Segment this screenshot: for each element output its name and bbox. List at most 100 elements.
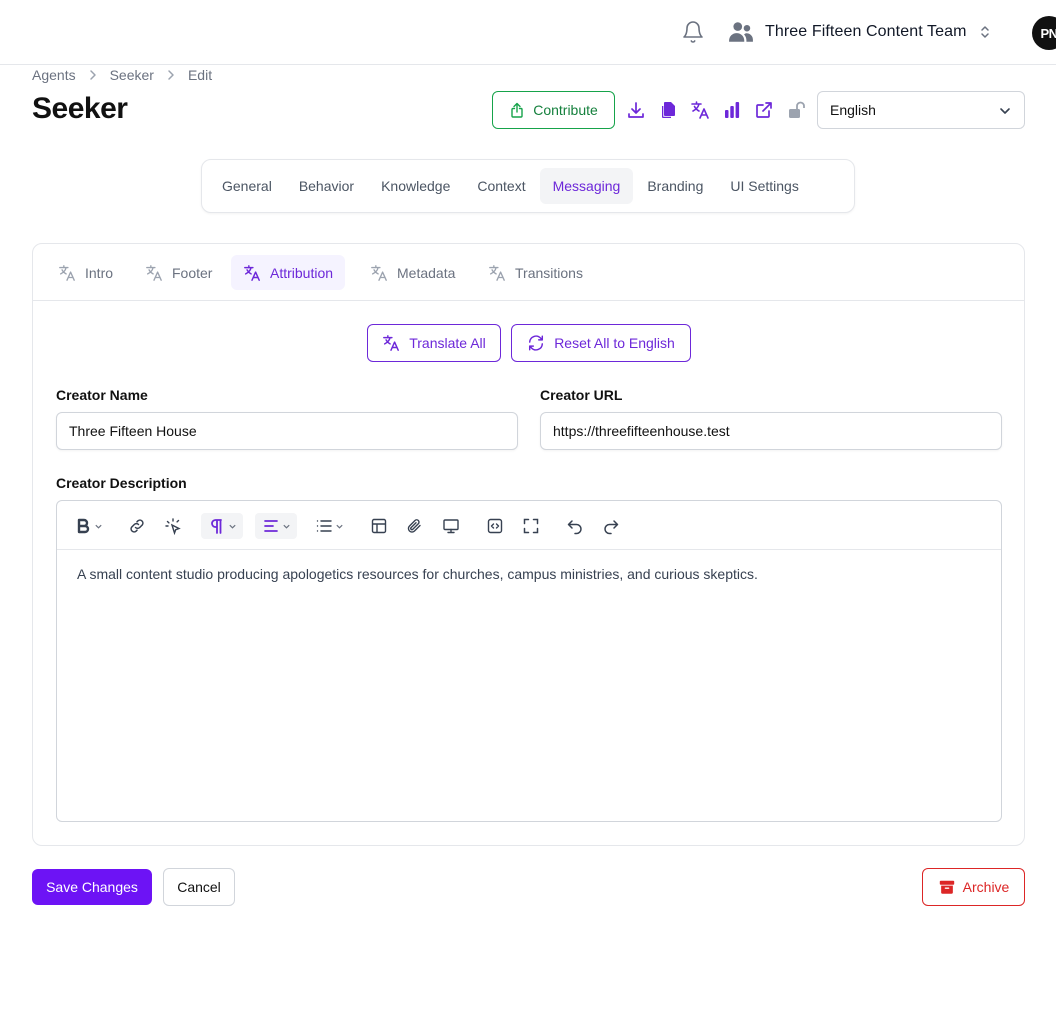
code-icon	[487, 518, 503, 534]
paragraph-icon	[210, 519, 222, 534]
bell-icon[interactable]	[681, 20, 705, 44]
breadcrumb-item-edit: Edit	[187, 67, 213, 83]
undo-icon	[567, 520, 582, 535]
attribution-panel: Intro Footer Attribution Metadata Transi…	[32, 243, 1025, 846]
code-button[interactable]	[483, 513, 507, 539]
contribute-label: Contribute	[533, 102, 598, 118]
creator-name-label: Creator Name	[56, 387, 148, 403]
subtab-footer-label: Footer	[172, 264, 213, 281]
media-button[interactable]	[439, 513, 463, 539]
redo-button[interactable]	[599, 513, 623, 539]
translate-icon	[59, 264, 75, 281]
subtab-attribution[interactable]: Attribution	[231, 255, 346, 290]
tab-messaging[interactable]: Messaging	[539, 168, 634, 204]
chevron-down-icon	[94, 524, 102, 529]
chevron-down-icon	[335, 524, 343, 529]
chevron-down-icon	[1000, 108, 1010, 114]
team-name: Three Fifteen Content Team	[765, 23, 967, 40]
users-icon	[729, 22, 753, 42]
reset-all-button[interactable]: Reset All to English	[511, 324, 691, 362]
chart-icon[interactable]	[722, 100, 742, 120]
creator-description-label: Creator Description	[56, 475, 187, 491]
translate-icon	[244, 264, 260, 281]
save-changes-button[interactable]: Save Changes	[32, 869, 152, 905]
link-button[interactable]	[125, 513, 149, 539]
creator-url-input[interactable]	[540, 412, 1002, 450]
unlock-icon[interactable]	[786, 100, 806, 120]
subtab-intro[interactable]: Intro	[46, 255, 125, 290]
chevron-down-icon	[228, 524, 236, 529]
subtab-intro-label: Intro	[85, 264, 114, 281]
archive-button[interactable]: Archive	[922, 868, 1025, 906]
align-left-icon	[263, 520, 278, 532]
language-select[interactable]: English	[817, 91, 1025, 129]
subtab-transitions[interactable]: Transitions	[476, 255, 595, 290]
language-value: English	[830, 102, 876, 118]
attachment-button[interactable]	[403, 513, 427, 539]
archive-icon	[939, 880, 954, 894]
clear-format-icon	[165, 518, 181, 535]
page-title: Seeker	[32, 92, 128, 125]
bold-button[interactable]	[71, 513, 105, 539]
contribute-button[interactable]: Contribute	[492, 91, 615, 129]
link-icon	[130, 519, 144, 533]
team-switcher[interactable]: Three Fifteen Content Team	[728, 18, 993, 46]
tab-knowledge[interactable]: Knowledge	[368, 168, 463, 204]
refresh-icon	[529, 335, 544, 351]
tab-ui-settings[interactable]: UI Settings	[717, 168, 811, 204]
subtab-footer[interactable]: Footer	[133, 255, 224, 290]
table-button[interactable]	[367, 513, 391, 539]
translate-icon	[371, 264, 387, 281]
translate-all-button[interactable]: Translate All	[367, 324, 501, 362]
clear-format-button[interactable]	[161, 513, 185, 539]
translate-icon[interactable]	[690, 100, 710, 120]
subtab-metadata[interactable]: Metadata	[358, 255, 467, 290]
attachment-icon	[407, 519, 421, 533]
sub-tabs: Intro Footer Attribution Metadata Transi…	[33, 244, 1024, 301]
tab-context[interactable]: Context	[464, 168, 538, 204]
chevron-down-icon	[282, 524, 290, 529]
monitor-icon	[443, 519, 459, 534]
download-icon[interactable]	[626, 100, 646, 120]
breadcrumb-item-agents[interactable]: Agents	[32, 67, 76, 83]
fullscreen-icon	[523, 518, 539, 534]
tab-behavior[interactable]: Behavior	[286, 168, 367, 204]
creator-url-label: Creator URL	[540, 387, 623, 403]
list-button[interactable]	[311, 513, 347, 539]
chevron-right-icon	[89, 70, 96, 80]
bold-icon	[77, 518, 89, 534]
fullscreen-button[interactable]	[519, 513, 543, 539]
editor-content[interactable]: A small content studio producing apologe…	[77, 565, 977, 583]
archive-label: Archive	[962, 879, 1010, 895]
main-tabs: General Behavior Knowledge Context Messa…	[201, 159, 855, 213]
copy-icon[interactable]	[658, 100, 678, 120]
subtab-transitions-label: Transitions	[515, 264, 583, 281]
creator-name-input[interactable]	[56, 412, 518, 450]
list-icon	[316, 520, 332, 532]
breadcrumb-item-seeker[interactable]: Seeker	[110, 67, 154, 83]
subtab-metadata-label: Metadata	[397, 264, 456, 281]
share-upload-icon	[511, 102, 523, 118]
translate-icon	[489, 264, 505, 281]
editor-toolbar	[57, 501, 1001, 550]
creator-description-editor: A small content studio producing apologe…	[56, 500, 1002, 822]
paragraph-button[interactable]	[201, 513, 243, 539]
subtab-attribution-label: Attribution	[270, 264, 334, 281]
tab-branding[interactable]: Branding	[634, 168, 716, 204]
cancel-button[interactable]: Cancel	[163, 868, 235, 906]
avatar[interactable]: PN	[1032, 16, 1056, 50]
redo-icon	[604, 520, 619, 535]
align-button[interactable]	[255, 513, 297, 539]
tab-general[interactable]: General	[209, 168, 285, 204]
reset-all-label: Reset All to English	[554, 335, 675, 351]
chevron-up-down-icon	[980, 26, 989, 38]
undo-button[interactable]	[563, 513, 587, 539]
translate-icon	[146, 264, 162, 281]
translate-icon	[383, 335, 400, 351]
chevron-right-icon	[168, 70, 174, 80]
translate-all-label: Translate All	[409, 335, 486, 351]
external-link-icon[interactable]	[754, 100, 774, 120]
table-icon	[371, 518, 387, 534]
breadcrumb: Agents Seeker Edit	[32, 66, 212, 84]
top-bar: Three Fifteen Content Team PN	[0, 0, 1056, 65]
